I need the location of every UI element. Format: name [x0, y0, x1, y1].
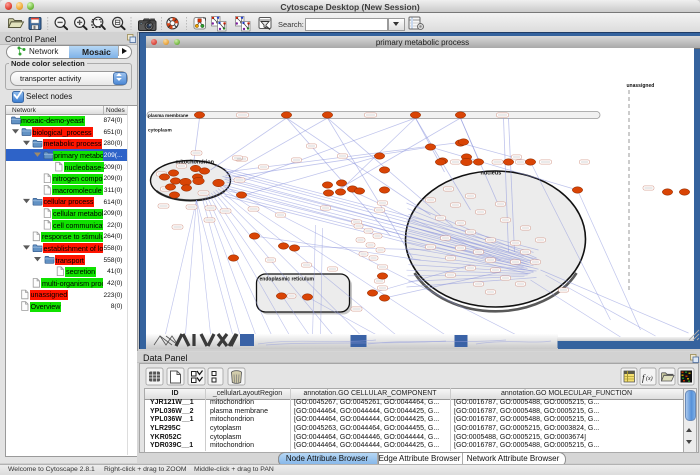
- svg-text:nucleus: nucleus: [480, 171, 501, 177]
- svg-text:mitochondrion: mitochondrion: [175, 160, 214, 166]
- svg-text:unassigned: unassigned: [626, 83, 654, 89]
- svg-text:(x): (x): [646, 375, 653, 382]
- svg-text:plasma membrane: plasma membrane: [148, 113, 189, 118]
- svg-text:endoplasmic reticulum: endoplasmic reticulum: [259, 277, 314, 283]
- svg-text:cytoplasm: cytoplasm: [148, 128, 172, 134]
- svg-text:Search:: Search:: [278, 20, 304, 29]
